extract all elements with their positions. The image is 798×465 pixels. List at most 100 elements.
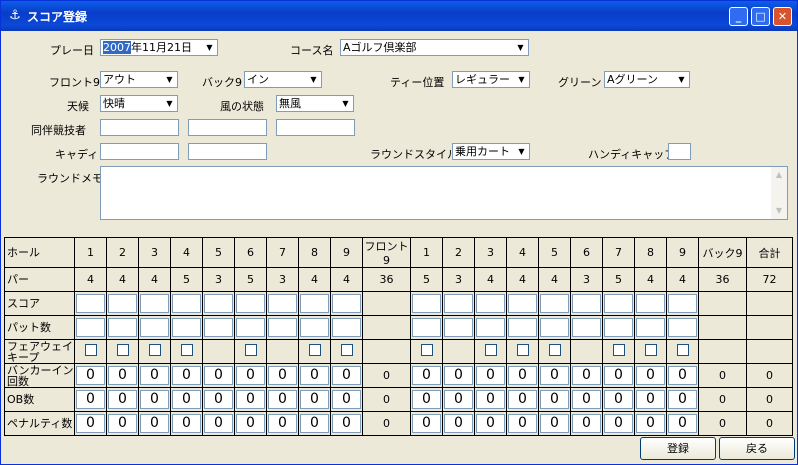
hole-input[interactable]: 0 xyxy=(668,390,697,409)
hole-input[interactable]: 0 xyxy=(604,366,633,385)
hole-input[interactable]: 0 xyxy=(76,366,105,385)
fairway-checkbox[interactable] xyxy=(148,344,161,356)
hole-input[interactable]: 0 xyxy=(444,366,473,385)
chevron-down-icon[interactable]: ▼ xyxy=(203,41,216,54)
hole-input[interactable]: 0 xyxy=(604,390,633,409)
hole-input[interactable]: 0 xyxy=(572,390,601,409)
hole-input[interactable]: 0 xyxy=(108,366,137,385)
hole-input[interactable] xyxy=(476,294,505,313)
fairway-checkbox[interactable] xyxy=(644,344,657,356)
handicap-input[interactable] xyxy=(668,143,691,160)
hole-input[interactable]: 0 xyxy=(172,366,201,385)
hole-input[interactable]: 0 xyxy=(476,414,505,433)
hole-input[interactable] xyxy=(668,318,697,337)
hole-input[interactable]: 0 xyxy=(236,390,265,409)
hole-input[interactable]: 0 xyxy=(668,414,697,433)
fairway-checkbox[interactable] xyxy=(516,344,529,356)
front9-select[interactable]: アウト ▼ xyxy=(100,71,178,88)
hole-input[interactable] xyxy=(540,294,569,313)
hole-input[interactable]: 0 xyxy=(332,390,361,409)
companion-2-input[interactable] xyxy=(188,119,267,136)
hole-input[interactable] xyxy=(604,318,633,337)
fairway-checkbox[interactable] xyxy=(484,344,497,356)
hole-input[interactable]: 0 xyxy=(300,366,329,385)
round-style-select[interactable]: 乗用カート ▼ xyxy=(452,143,530,160)
hole-input[interactable]: 0 xyxy=(108,390,137,409)
companion-1-input[interactable] xyxy=(100,119,179,136)
hole-input[interactable] xyxy=(636,294,665,313)
hole-input[interactable] xyxy=(172,294,201,313)
hole-input[interactable] xyxy=(140,318,169,337)
hole-input[interactable] xyxy=(204,318,233,337)
hole-input[interactable]: 0 xyxy=(540,414,569,433)
hole-input[interactable]: 0 xyxy=(444,390,473,409)
course-select[interactable]: Aゴルフ倶楽部 ▼ xyxy=(340,39,529,56)
companion-3-input[interactable] xyxy=(276,119,355,136)
hole-input[interactable] xyxy=(604,294,633,313)
hole-input[interactable] xyxy=(540,318,569,337)
hole-input[interactable]: 0 xyxy=(444,414,473,433)
hole-input[interactable] xyxy=(412,318,441,337)
hole-input[interactable] xyxy=(236,294,265,313)
tee-select[interactable]: レギュラー ▼ xyxy=(452,71,530,88)
scroll-up-icon[interactable]: ▲ xyxy=(771,167,787,183)
play-date-picker[interactable]: 2007年11月21日 ▼ xyxy=(100,39,218,56)
back9-select[interactable]: イン ▼ xyxy=(244,71,322,88)
hole-input[interactable] xyxy=(300,294,329,313)
hole-input[interactable]: 0 xyxy=(508,366,537,385)
hole-input[interactable] xyxy=(300,318,329,337)
chevron-down-icon[interactable]: ▼ xyxy=(339,97,352,110)
fairway-checkbox[interactable] xyxy=(308,344,321,356)
hole-input[interactable] xyxy=(444,318,473,337)
hole-input[interactable] xyxy=(668,294,697,313)
hole-input[interactable]: 0 xyxy=(268,390,297,409)
weather-select[interactable]: 快晴 ▼ xyxy=(100,95,178,112)
hole-input[interactable]: 0 xyxy=(300,390,329,409)
hole-input[interactable] xyxy=(268,294,297,313)
hole-input[interactable]: 0 xyxy=(540,366,569,385)
green-select[interactable]: Aグリーン ▼ xyxy=(604,71,690,88)
hole-input[interactable]: 0 xyxy=(140,414,169,433)
hole-input[interactable]: 0 xyxy=(636,366,665,385)
hole-input[interactable]: 0 xyxy=(76,390,105,409)
hole-input[interactable] xyxy=(476,318,505,337)
hole-input[interactable]: 0 xyxy=(140,390,169,409)
fairway-checkbox[interactable] xyxy=(676,344,689,356)
hole-input[interactable]: 0 xyxy=(508,390,537,409)
hole-input[interactable]: 0 xyxy=(636,414,665,433)
hole-input[interactable] xyxy=(572,318,601,337)
hole-input[interactable] xyxy=(204,294,233,313)
hole-input[interactable]: 0 xyxy=(412,414,441,433)
hole-input[interactable] xyxy=(108,294,137,313)
hole-input[interactable] xyxy=(508,294,537,313)
caddy-2-input[interactable] xyxy=(188,143,267,160)
hole-input[interactable]: 0 xyxy=(540,390,569,409)
maximize-button[interactable]: □ xyxy=(751,7,770,26)
chevron-down-icon[interactable]: ▼ xyxy=(307,73,320,86)
hole-input[interactable]: 0 xyxy=(204,366,233,385)
chevron-down-icon[interactable]: ▼ xyxy=(515,73,528,86)
fairway-checkbox[interactable] xyxy=(116,344,129,356)
fairway-checkbox[interactable] xyxy=(548,344,561,356)
hole-input[interactable]: 0 xyxy=(332,414,361,433)
hole-input[interactable] xyxy=(76,294,105,313)
fairway-checkbox[interactable] xyxy=(340,344,353,356)
hole-input[interactable] xyxy=(268,318,297,337)
fairway-checkbox[interactable] xyxy=(180,344,193,356)
wind-select[interactable]: 無風 ▼ xyxy=(276,95,354,112)
fairway-checkbox[interactable] xyxy=(244,344,257,356)
hole-input[interactable]: 0 xyxy=(300,414,329,433)
chevron-down-icon[interactable]: ▼ xyxy=(514,41,527,54)
minimize-button[interactable]: _ xyxy=(729,7,748,26)
hole-input[interactable]: 0 xyxy=(204,390,233,409)
scroll-down-icon[interactable]: ▼ xyxy=(771,203,787,219)
hole-input[interactable] xyxy=(508,318,537,337)
hole-input[interactable]: 0 xyxy=(268,366,297,385)
hole-input[interactable] xyxy=(332,294,361,313)
hole-input[interactable]: 0 xyxy=(476,366,505,385)
hole-input[interactable]: 0 xyxy=(668,366,697,385)
round-memo-textarea[interactable]: ▲ ▼ xyxy=(100,166,788,220)
hole-input[interactable] xyxy=(636,318,665,337)
hole-input[interactable]: 0 xyxy=(140,366,169,385)
hole-input[interactable]: 0 xyxy=(236,366,265,385)
